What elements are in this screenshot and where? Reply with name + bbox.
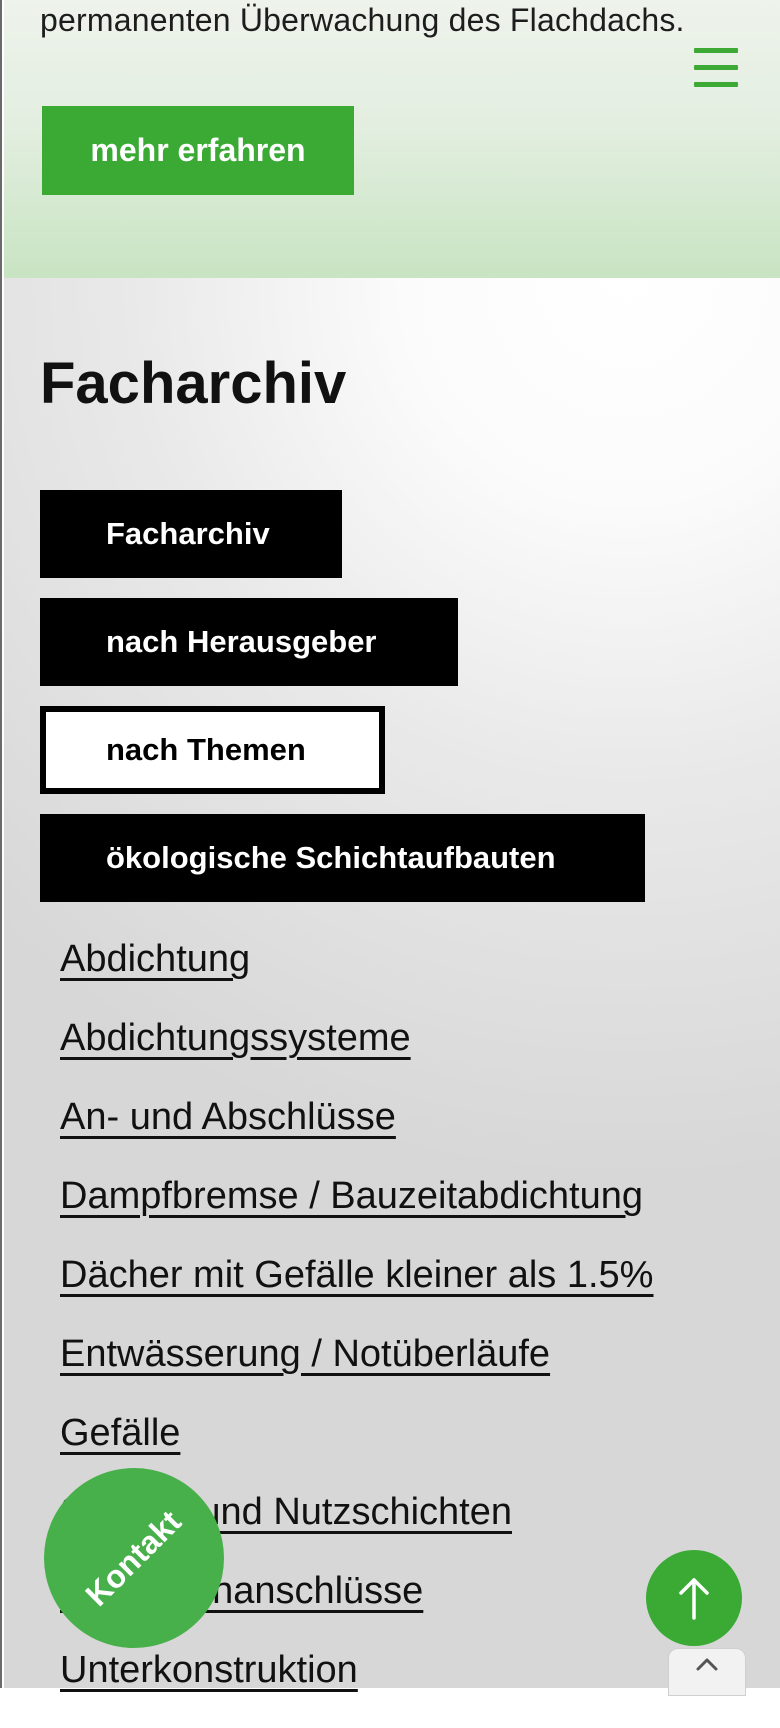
topic-link-unterkonstruktion[interactable]: Unterkonstruktion xyxy=(60,1649,358,1691)
hamburger-menu-icon[interactable] xyxy=(694,48,738,92)
tab-nach-themen[interactable]: nach Themen xyxy=(40,706,385,794)
list-item: Dampfbremse / Bauzeitabdichtung xyxy=(60,1175,653,1254)
list-item: Abdichtung xyxy=(60,938,653,1017)
list-item: Entwässerung / Notüberläufe xyxy=(60,1333,653,1412)
list-item: Unterkonstruktion xyxy=(60,1649,653,1728)
topic-link-daecher-gefaelle[interactable]: Dächer mit Gefälle kleiner als 1.5% xyxy=(60,1254,653,1296)
topic-link-abdichtung[interactable]: Abdichtung xyxy=(60,938,250,980)
hero-section: permanenten Überwachung des Flachdachs. … xyxy=(4,0,780,278)
contact-label: Kontakt xyxy=(78,1502,189,1613)
tab-oekologische-schichtaufbauten[interactable]: ökologische Schichtaufbauten xyxy=(40,814,645,902)
contact-button[interactable]: Kontakt xyxy=(44,1468,224,1648)
tab-nach-herausgeber[interactable]: nach Herausgeber xyxy=(40,598,458,686)
chevron-up-icon xyxy=(696,1658,718,1671)
page: permanenten Überwachung des Flachdachs. … xyxy=(0,0,780,1696)
tab-facharchiv[interactable]: Facharchiv xyxy=(40,490,342,578)
topic-link-entwaesserung[interactable]: Entwässerung / Notüberläufe xyxy=(60,1333,550,1375)
topic-link-dampfbremse[interactable]: Dampfbremse / Bauzeitabdichtung xyxy=(60,1175,643,1217)
section-title: Facharchiv xyxy=(40,351,347,416)
hero-text: permanenten Überwachung des Flachdachs. xyxy=(40,2,685,38)
learn-more-button[interactable]: mehr erfahren xyxy=(42,106,354,195)
arrow-up-icon xyxy=(679,1578,709,1620)
topic-link-an-und-abschluesse[interactable]: An- und Abschlüsse xyxy=(60,1096,396,1138)
topic-link-abdichtungssysteme[interactable]: Abdichtungssysteme xyxy=(60,1017,411,1059)
topic-link-gefaelle[interactable]: Gefälle xyxy=(60,1412,180,1454)
list-item: Dächer mit Gefälle kleiner als 1.5% xyxy=(60,1254,653,1333)
scroll-to-top-button[interactable] xyxy=(646,1550,742,1646)
list-item: Abdichtungssysteme xyxy=(60,1017,653,1096)
list-item: An- und Abschlüsse xyxy=(60,1096,653,1175)
back-to-top-tab[interactable] xyxy=(668,1648,746,1696)
